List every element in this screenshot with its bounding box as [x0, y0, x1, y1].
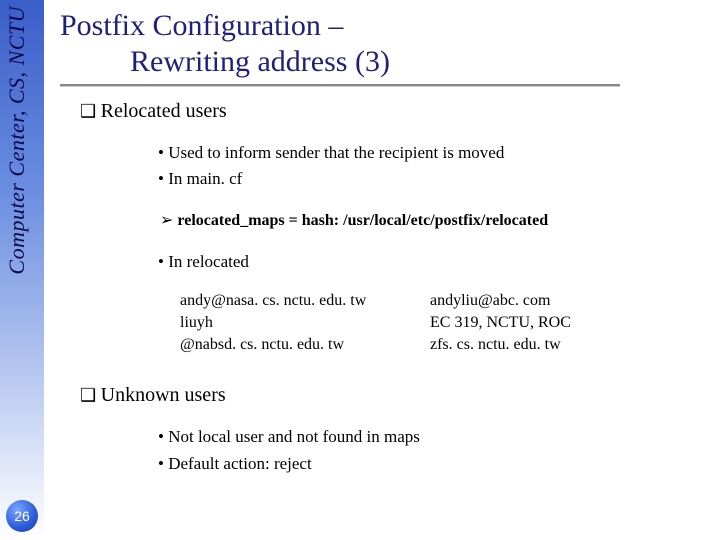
section-unknown-text: Unknown users — [101, 384, 226, 406]
relocated-bullet-3: In relocated — [158, 249, 710, 275]
map-from-0: andy@nasa. cs. nctu. edu. tw — [180, 292, 400, 310]
unknown-bullets: Not local user and not found in maps Def… — [118, 424, 710, 477]
title-underline — [60, 84, 620, 86]
arrow-icon — [160, 212, 177, 229]
relocated-config: relocated_maps = hash: /usr/local/etc/po… — [160, 210, 710, 232]
map-from-1: liuyh — [180, 314, 400, 332]
section-relocated-text: Relocated users — [101, 100, 227, 122]
relocated-config-line: relocated_maps = hash: /usr/local/etc/po… — [177, 212, 548, 229]
section-unknown-heading: Unknown users — [80, 384, 710, 407]
sidebar-label: Computer Center, CS, NCTU — [4, 6, 30, 275]
map-to-1: EC 319, NCTU, ROC — [430, 314, 710, 332]
page-number-badge: 26 — [6, 500, 38, 532]
relocated-bullet-1: Used to inform sender that the recipient… — [158, 140, 710, 166]
title-line-1: Postfix Configuration – — [60, 8, 710, 44]
slide-title: Postfix Configuration – Rewriting addres… — [60, 8, 710, 80]
relocated-bullets-2: In relocated — [118, 249, 710, 275]
section-relocated-heading: Relocated users — [80, 100, 710, 123]
slide-content: Postfix Configuration – Rewriting addres… — [60, 8, 710, 494]
unknown-bullet-2: Default action: reject — [158, 451, 710, 477]
map-to-0: andyliu@abc. com — [430, 292, 710, 310]
relocated-mapping-table: andy@nasa. cs. nctu. edu. tw andyliu@abc… — [180, 292, 710, 354]
map-to-2: zfs. cs. nctu. edu. tw — [430, 336, 710, 354]
map-from-2: @nabsd. cs. nctu. edu. tw — [180, 336, 400, 354]
unknown-bullet-1: Not local user and not found in maps — [158, 424, 710, 450]
relocated-bullet-2: In main. cf — [158, 166, 710, 192]
title-line-2: Rewriting address (3) — [60, 44, 710, 80]
relocated-bullets: Used to inform sender that the recipient… — [118, 140, 710, 193]
